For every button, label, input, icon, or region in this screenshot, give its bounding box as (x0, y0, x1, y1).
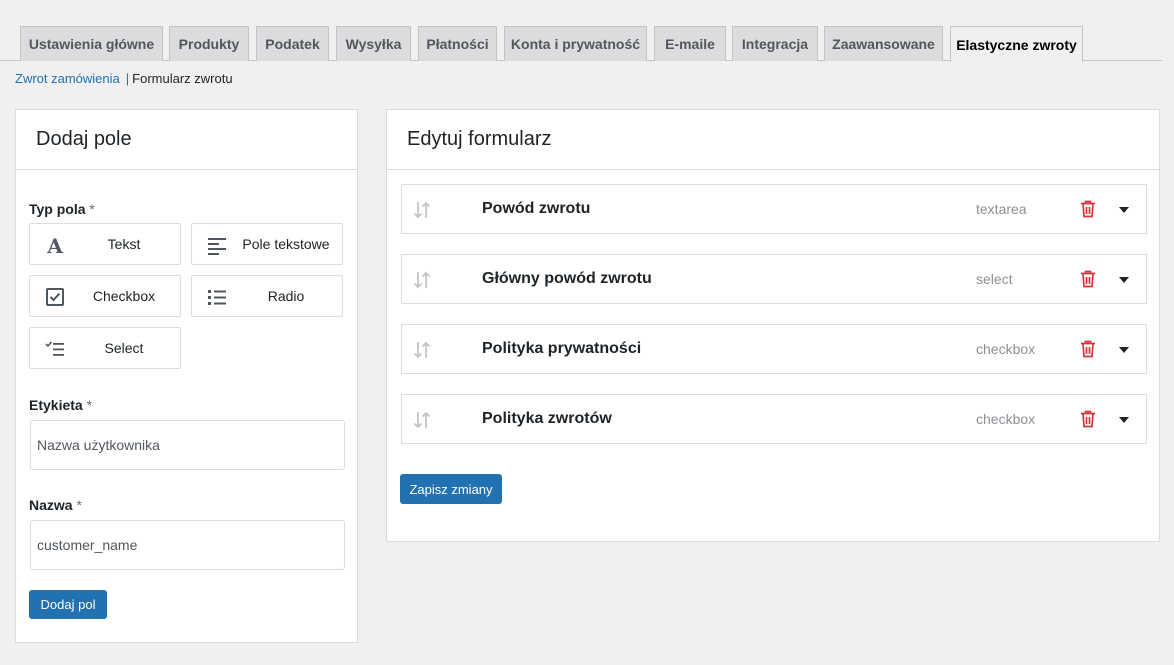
form-field-row: Polityka prywatności checkbox (401, 324, 1147, 374)
form-field-title: Polityka prywatności (482, 340, 642, 357)
field-type-label: Typ pola * (29, 201, 95, 217)
field-type-radio-button[interactable]: Radio (191, 275, 343, 317)
breadcrumb: Zwrot zamówienia | Formularz zwrotu (15, 71, 233, 86)
trash-icon[interactable] (1078, 269, 1098, 289)
field-type-select-button[interactable]: Select (29, 327, 181, 369)
select-list-icon (44, 338, 66, 360)
form-field-type: select (976, 271, 1013, 287)
form-field-type: textarea (976, 201, 1027, 217)
form-field-type: checkbox (976, 411, 1036, 427)
label-input[interactable] (30, 420, 345, 470)
settings-tabs: Ustawienia główne Produkty Podatek Wysył… (0, 0, 1162, 62)
tab-accounts-privacy[interactable]: Konta i prywatność (504, 26, 647, 61)
field-type-select-label: Select (104, 340, 144, 356)
trash-icon[interactable] (1078, 339, 1098, 359)
form-field-row: Powód zwrotu textarea (401, 184, 1147, 234)
form-field-title: Główny powód zwrotu (482, 270, 652, 287)
textarea-icon (206, 234, 228, 256)
tab-emails[interactable]: E-maile (654, 26, 726, 61)
chevron-down-icon[interactable] (1116, 412, 1132, 428)
tab-products[interactable]: Produkty (169, 26, 249, 61)
drag-handle-icon[interactable] (412, 199, 432, 221)
edit-form-panel: Edytuj formularz Powód zwrotu textarea G… (386, 109, 1160, 542)
field-type-textarea-button[interactable]: Pole tekstowe (191, 223, 343, 265)
tab-integration[interactable]: Integracja (732, 26, 818, 61)
save-changes-button[interactable]: Zapisz zmiany (400, 474, 502, 504)
drag-handle-icon[interactable] (412, 269, 432, 291)
svg-text:A: A (46, 234, 63, 256)
field-type-text-button[interactable]: A Tekst (29, 223, 181, 265)
chevron-down-icon[interactable] (1116, 272, 1132, 288)
drag-handle-icon[interactable] (412, 339, 432, 361)
form-field-type: checkbox (976, 341, 1036, 357)
breadcrumb-separator: | (125, 71, 130, 86)
radio-list-icon (206, 286, 228, 308)
edit-form-panel-title: Edytuj formularz (387, 110, 1159, 170)
breadcrumb-link-order-return[interactable]: Zwrot zamówienia (15, 71, 120, 86)
form-field-title: Polityka zwrotów (482, 410, 612, 427)
trash-icon[interactable] (1078, 409, 1098, 429)
form-field-title: Powód zwrotu (482, 200, 591, 217)
tab-flexible-refunds[interactable]: Elastyczne zwroty (950, 26, 1083, 62)
add-field-panel-title: Dodaj pole (16, 110, 357, 170)
tab-payments[interactable]: Płatności (418, 26, 497, 61)
chevron-down-icon[interactable] (1116, 342, 1132, 358)
breadcrumb-current: Formularz zwrotu (132, 71, 233, 86)
form-field-row: Polityka zwrotów checkbox (401, 394, 1147, 444)
text-icon: A (44, 234, 66, 256)
add-field-button[interactable]: Dodaj pol (29, 590, 107, 619)
name-field-label: Nazwa * (29, 497, 82, 513)
field-type-radio-label: Radio (267, 288, 305, 304)
tab-advanced[interactable]: Zaawansowane (824, 26, 943, 61)
tab-tax[interactable]: Podatek (256, 26, 329, 61)
chevron-down-icon[interactable] (1116, 202, 1132, 218)
form-field-row: Główny powód zwrotu select (401, 254, 1147, 304)
add-field-panel: Dodaj pole Typ pola * A Tekst Pole tekst… (15, 109, 358, 643)
tab-shipping[interactable]: Wysyłka (336, 26, 411, 61)
label-field-label: Etykieta * (29, 397, 93, 413)
field-type-textarea-label: Pole tekstowe (242, 236, 330, 252)
drag-handle-icon[interactable] (412, 409, 432, 431)
name-input[interactable] (30, 520, 345, 570)
trash-icon[interactable] (1078, 199, 1098, 219)
field-type-checkbox-label: Checkbox (92, 288, 156, 304)
tab-general-settings[interactable]: Ustawienia główne (20, 26, 163, 61)
field-type-text-label: Tekst (107, 236, 141, 252)
field-type-checkbox-button[interactable]: Checkbox (29, 275, 181, 317)
checkbox-icon (44, 286, 66, 308)
